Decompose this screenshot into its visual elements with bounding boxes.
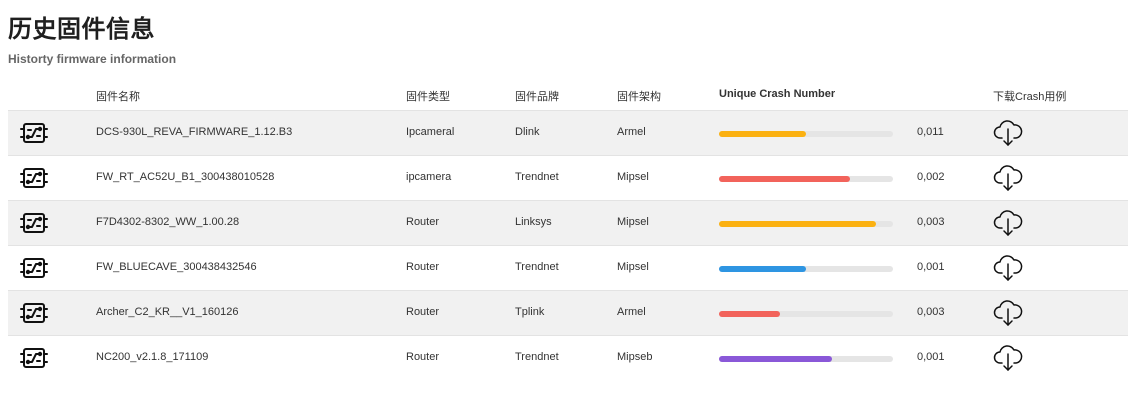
crash-progress-fill (719, 356, 833, 362)
firmware-table: 固件名称 固件类型 固件品牌 固件架构 Unique Crash Number … (8, 80, 1128, 380)
firmware-type: Router (406, 351, 440, 363)
crash-progress-fill (719, 311, 780, 317)
table-header: 固件名称 固件类型 固件品牌 固件架构 Unique Crash Number … (8, 80, 1128, 111)
table-row[interactable]: DCS-930L_REVA_FIRMWARE_1.12.B3 Ipcameral… (8, 111, 1128, 156)
table-row[interactable]: Archer_C2_KR__V1_160126 Router Tplink Ar… (8, 291, 1128, 336)
crash-number: 0,002 (917, 171, 945, 183)
firmware-arch: Mipsel (617, 171, 649, 183)
crash-progress-fill (719, 176, 850, 182)
firmware-brand: Trendnet (515, 171, 559, 183)
firmware-chip-icon (20, 256, 48, 280)
table-row[interactable]: NC200_v2.1.8_171109 Router Trendnet Mips… (8, 336, 1128, 380)
crash-progress-fill (719, 131, 806, 137)
firmware-type: Router (406, 261, 440, 273)
cloud-download-icon[interactable] (993, 299, 1023, 327)
firmware-arch: Mipsel (617, 261, 649, 273)
firmware-brand: Dlink (515, 126, 540, 138)
firmware-arch: Mipseb (617, 351, 653, 363)
firmware-type: Router (406, 216, 440, 228)
firmware-name: Archer_C2_KR__V1_160126 (96, 306, 239, 318)
column-header-download: 下载Crash用例 (993, 91, 1067, 103)
crash-number: 0,003 (917, 306, 945, 318)
firmware-type: Router (406, 306, 440, 318)
crash-progress-fill (719, 221, 876, 227)
crash-progress-bar (719, 131, 893, 137)
firmware-brand: Trendnet (515, 351, 559, 363)
firmware-name: FW_RT_AC52U_B1_300438010528 (96, 171, 275, 183)
cloud-download-icon[interactable] (993, 209, 1023, 237)
column-header-type: 固件类型 (406, 91, 450, 103)
firmware-name: FW_BLUECAVE_300438432546 (96, 261, 257, 273)
crash-progress-fill (719, 266, 806, 272)
firmware-chip-icon (20, 211, 48, 235)
crash-progress-bar (719, 266, 893, 272)
crash-number: 0,001 (917, 351, 945, 363)
column-header-name: 固件名称 (96, 91, 140, 103)
crash-progress-bar (719, 356, 893, 362)
column-header-brand: 固件品牌 (515, 91, 559, 103)
firmware-arch: Armel (617, 126, 646, 138)
firmware-arch: Armel (617, 306, 646, 318)
column-header-arch: 固件架构 (617, 91, 661, 103)
crash-progress-bar (719, 311, 893, 317)
firmware-arch: Mipsel (617, 216, 649, 228)
page-subtitle: Historty firmware information (8, 52, 177, 66)
firmware-chip-icon (20, 121, 48, 145)
table-row[interactable]: FW_BLUECAVE_300438432546 Router Trendnet… (8, 246, 1128, 291)
table-row[interactable]: F7D4302-8302_WW_1.00.28 Router Linksys M… (8, 201, 1128, 246)
firmware-type: Ipcameral (406, 126, 455, 138)
firmware-chip-icon (20, 301, 48, 325)
cloud-download-icon[interactable] (993, 119, 1023, 147)
firmware-brand: Trendnet (515, 261, 559, 273)
crash-progress-bar (719, 176, 893, 182)
page-title: 历史固件信息 (8, 15, 155, 43)
firmware-name: DCS-930L_REVA_FIRMWARE_1.12.B3 (96, 126, 293, 138)
cloud-download-icon[interactable] (993, 344, 1023, 372)
firmware-chip-icon (20, 166, 48, 190)
crash-number: 0,001 (917, 261, 945, 273)
cloud-download-icon[interactable] (993, 254, 1023, 282)
firmware-chip-icon (20, 346, 48, 370)
table-row[interactable]: FW_RT_AC52U_B1_300438010528 ipcamera Tre… (8, 156, 1128, 201)
firmware-brand: Tplink (515, 306, 545, 318)
crash-number: 0,011 (917, 126, 944, 138)
firmware-brand: Linksys (515, 216, 552, 228)
firmware-name: NC200_v2.1.8_171109 (96, 351, 209, 363)
firmware-name: F7D4302-8302_WW_1.00.28 (96, 216, 240, 228)
crash-number: 0,003 (917, 216, 945, 228)
firmware-type: ipcamera (406, 171, 452, 183)
crash-progress-bar (719, 221, 893, 227)
column-header-crash: Unique Crash Number (719, 88, 836, 100)
cloud-download-icon[interactable] (993, 164, 1023, 192)
table-body: DCS-930L_REVA_FIRMWARE_1.12.B3 Ipcameral… (8, 111, 1128, 380)
